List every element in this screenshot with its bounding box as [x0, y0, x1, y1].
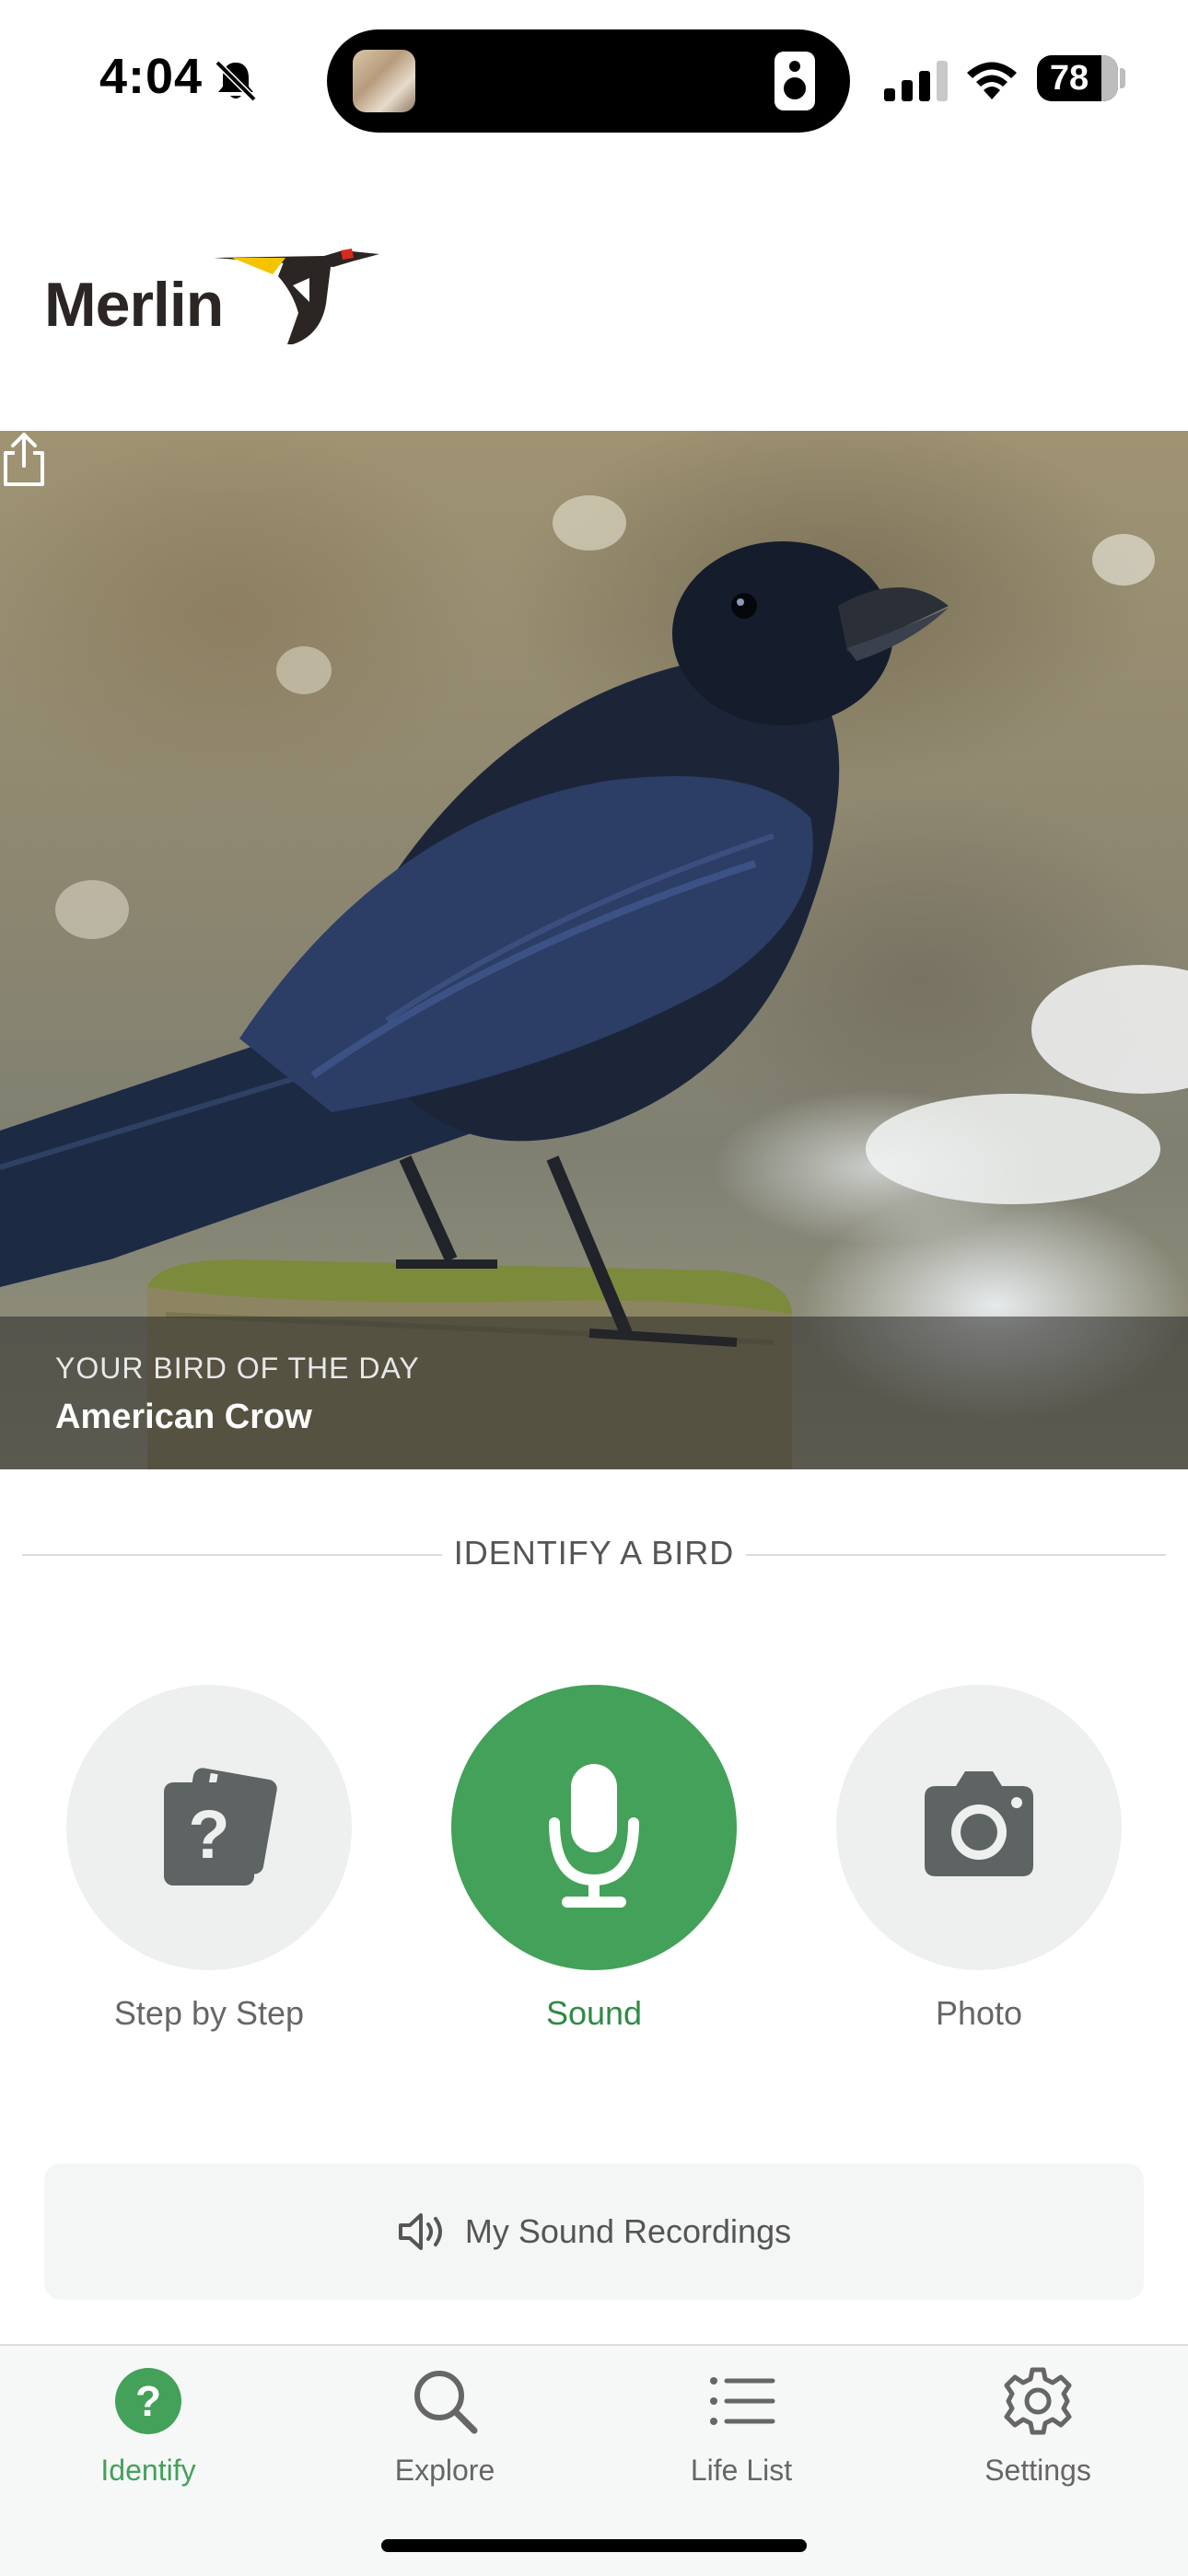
- signal-icon: [884, 61, 948, 101]
- battery-level: 78: [1049, 59, 1089, 98]
- step-by-step-button[interactable]: ? Step by Step: [66, 1685, 352, 2033]
- sound-circle[interactable]: [451, 1685, 737, 1970]
- caption-overlay: [0, 1317, 1188, 1469]
- camera-icon: [925, 1771, 1033, 1876]
- status-bar: 4:04 78: [0, 0, 1188, 157]
- photo-label: Photo: [935, 1994, 1023, 2032]
- question-cards-icon: ?: [164, 1768, 277, 1886]
- recordings-content: My Sound Recordings: [44, 2164, 1144, 2300]
- bell-slash-icon: [215, 60, 257, 102]
- crow-illustration: [0, 495, 1188, 1469]
- list-icon: [710, 2377, 775, 2425]
- wifi-icon: [967, 62, 1017, 99]
- battery-empty-part: [1101, 55, 1118, 101]
- share-icon[interactable]: [0, 431, 48, 488]
- speaker-icon: [775, 52, 815, 110]
- battery-icon: 78: [1037, 55, 1118, 101]
- recordings-label: My Sound Recordings: [464, 2212, 792, 2250]
- gear-icon: [1004, 2367, 1072, 2435]
- home-indicator[interactable]: [381, 2539, 807, 2552]
- status-time: 4:04: [99, 49, 204, 104]
- bird-of-the-day-label: YOUR BIRD OF THE DAY: [55, 1352, 420, 1385]
- tab-identify-label: Identify: [100, 2454, 196, 2487]
- merlin-logo: Merlin: [44, 249, 379, 350]
- sound-label: Sound: [545, 1994, 643, 2032]
- woodpecker-logo-icon: [214, 249, 379, 344]
- tab-explore[interactable]: Explore: [297, 2364, 593, 2488]
- tab-settings[interactable]: Settings: [890, 2364, 1186, 2488]
- bird-of-the-day-photo[interactable]: YOUR BIRD OF THE DAY American Crow: [0, 431, 1188, 1469]
- sound-button[interactable]: Sound: [451, 1685, 737, 2033]
- question-circle-icon: ?: [115, 2368, 181, 2434]
- tab-identify[interactable]: ? Identify: [0, 2364, 297, 2488]
- tab-settings-label: Settings: [984, 2454, 1091, 2487]
- photo-button[interactable]: Photo: [836, 1685, 1122, 2033]
- search-icon: [414, 2371, 478, 2434]
- speaker-volume-icon: [398, 2213, 442, 2250]
- bird-name[interactable]: American Crow: [55, 1398, 312, 1437]
- photo-circle[interactable]: [836, 1685, 1122, 1970]
- identify-title: IDENTIFY A BIRD: [453, 1534, 735, 1572]
- dynamic-island[interactable]: [327, 29, 850, 133]
- tab-life-list-label: Life List: [690, 2454, 793, 2487]
- battery-nub: [1120, 68, 1125, 88]
- now-playing-thumbnail: [353, 50, 415, 112]
- svg-text:?: ?: [188, 1796, 229, 1873]
- logo-text: Merlin: [44, 270, 224, 340]
- step-by-step-label: Step by Step: [113, 1994, 305, 2032]
- tab-life-list[interactable]: Life List: [593, 2364, 890, 2488]
- microphone-icon: [549, 1764, 639, 1908]
- my-sound-recordings-button[interactable]: My Sound Recordings: [44, 2164, 1144, 2300]
- step-by-step-circle[interactable]: ?: [66, 1685, 352, 1970]
- tab-explore-label: Explore: [394, 2454, 495, 2487]
- svg-text:?: ?: [135, 2377, 161, 2425]
